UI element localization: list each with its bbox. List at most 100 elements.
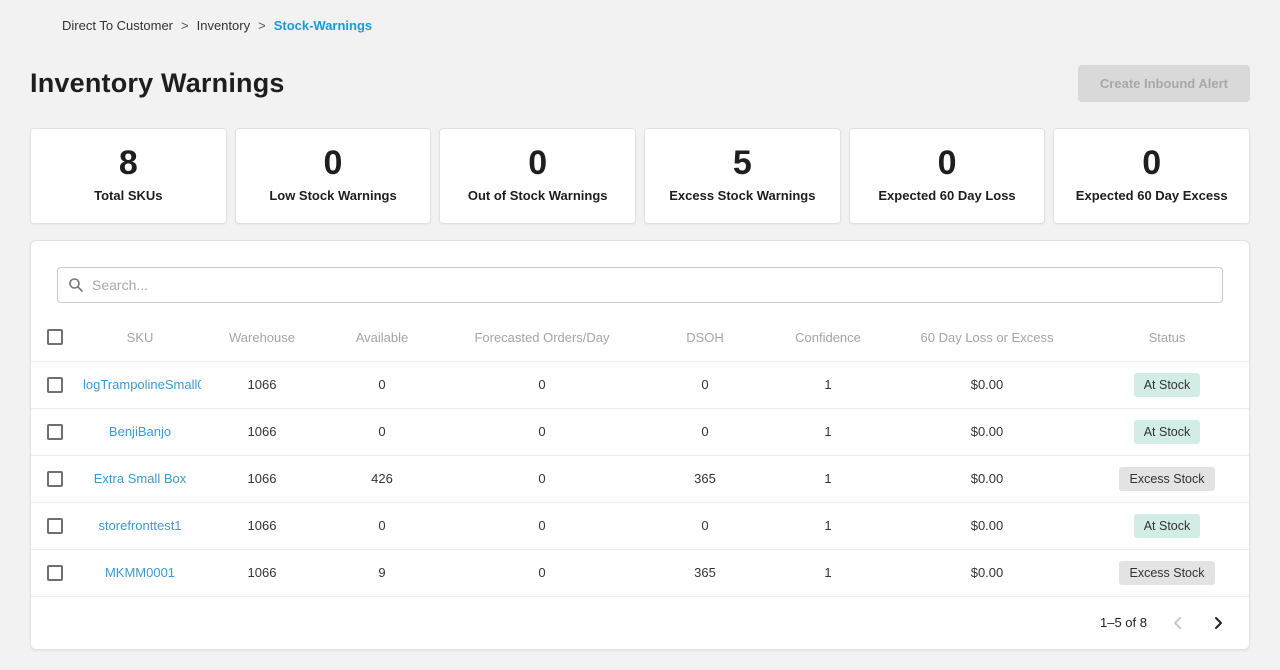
column-header-status: Status bbox=[1085, 313, 1249, 361]
cell-forecasted: 0 bbox=[441, 455, 643, 502]
cell-dsoh: 0 bbox=[643, 502, 767, 549]
sku-link[interactable]: storefronttest1 bbox=[98, 518, 181, 533]
create-inbound-alert-button[interactable]: Create Inbound Alert bbox=[1078, 65, 1250, 102]
cell-available: 9 bbox=[323, 549, 441, 596]
cell-warehouse: 1066 bbox=[201, 408, 323, 455]
cell-confidence: 1 bbox=[767, 408, 889, 455]
cell-warehouse: 1066 bbox=[201, 549, 323, 596]
column-header-60-day-loss: 60 Day Loss or Excess bbox=[889, 313, 1085, 361]
breadcrumb-stock-warnings[interactable]: Stock-Warnings bbox=[274, 18, 372, 33]
warnings-table-card: SKU Warehouse Available Forecasted Order… bbox=[30, 240, 1250, 650]
stat-label: Expected 60 Day Loss bbox=[856, 188, 1039, 203]
status-badge: At Stock bbox=[1134, 373, 1201, 397]
sku-link[interactable]: Extra Small Box bbox=[94, 471, 186, 486]
stat-card-expected-60-day-loss: 0 Expected 60 Day Loss bbox=[849, 128, 1046, 224]
status-badge: At Stock bbox=[1134, 514, 1201, 538]
cell-forecasted: 0 bbox=[441, 408, 643, 455]
table-header-row: SKU Warehouse Available Forecasted Order… bbox=[31, 313, 1249, 361]
previous-page-button[interactable] bbox=[1169, 614, 1187, 632]
cell-60-day-loss: $0.00 bbox=[889, 502, 1085, 549]
cell-forecasted: 0 bbox=[441, 502, 643, 549]
table-row: BenjiBanjo 1066 0 0 0 1 $0.00 At Stock bbox=[31, 408, 1249, 455]
page-title: Inventory Warnings bbox=[30, 68, 285, 99]
status-badge: At Stock bbox=[1134, 420, 1201, 444]
cell-available: 0 bbox=[323, 361, 441, 408]
stat-value: 0 bbox=[242, 145, 425, 182]
pagination-range: 1–5 of 8 bbox=[1100, 615, 1147, 630]
sku-link[interactable]: MKMM0001 bbox=[105, 565, 175, 580]
stat-label: Low Stock Warnings bbox=[242, 188, 425, 203]
breadcrumb: Direct To Customer > Inventory > Stock-W… bbox=[0, 0, 1280, 33]
stat-label: Excess Stock Warnings bbox=[651, 188, 834, 203]
stat-value: 5 bbox=[651, 145, 834, 182]
status-badge: Excess Stock bbox=[1119, 561, 1214, 585]
cell-confidence: 1 bbox=[767, 455, 889, 502]
cell-available: 0 bbox=[323, 408, 441, 455]
cell-warehouse: 1066 bbox=[201, 502, 323, 549]
cell-confidence: 1 bbox=[767, 361, 889, 408]
table-body: logTrampolineSmall0001 1066 0 0 0 1 $0.0… bbox=[31, 361, 1249, 596]
stat-label: Out of Stock Warnings bbox=[446, 188, 629, 203]
breadcrumb-separator: > bbox=[181, 18, 189, 33]
cell-confidence: 1 bbox=[767, 502, 889, 549]
cell-60-day-loss: $0.00 bbox=[889, 361, 1085, 408]
next-page-button[interactable] bbox=[1209, 614, 1227, 632]
cell-forecasted: 0 bbox=[441, 361, 643, 408]
column-header-dsoh: DSOH bbox=[643, 313, 767, 361]
table-row: Extra Small Box 1066 426 0 365 1 $0.00 E… bbox=[31, 455, 1249, 502]
pagination: 1–5 of 8 bbox=[31, 597, 1249, 649]
row-checkbox[interactable] bbox=[47, 377, 63, 393]
stat-value: 0 bbox=[1060, 145, 1243, 182]
stat-card-low-stock-warnings: 0 Low Stock Warnings bbox=[235, 128, 432, 224]
stat-card-expected-60-day-excess: 0 Expected 60 Day Excess bbox=[1053, 128, 1250, 224]
stat-card-out-of-stock-warnings: 0 Out of Stock Warnings bbox=[439, 128, 636, 224]
search-icon bbox=[68, 277, 84, 293]
column-header-available: Available bbox=[323, 313, 441, 361]
cell-warehouse: 1066 bbox=[201, 361, 323, 408]
cell-dsoh: 365 bbox=[643, 455, 767, 502]
cell-60-day-loss: $0.00 bbox=[889, 408, 1085, 455]
cell-available: 426 bbox=[323, 455, 441, 502]
sku-link[interactable]: BenjiBanjo bbox=[109, 424, 171, 439]
search-input[interactable] bbox=[57, 267, 1223, 303]
breadcrumb-inventory[interactable]: Inventory bbox=[197, 18, 250, 33]
cell-60-day-loss: $0.00 bbox=[889, 549, 1085, 596]
select-all-checkbox[interactable] bbox=[47, 329, 63, 345]
cell-confidence: 1 bbox=[767, 549, 889, 596]
breadcrumb-direct-to-customer[interactable]: Direct To Customer bbox=[62, 18, 173, 33]
chevron-right-icon bbox=[1209, 614, 1227, 632]
cell-dsoh: 365 bbox=[643, 549, 767, 596]
cell-warehouse: 1066 bbox=[201, 455, 323, 502]
column-header-sku: SKU bbox=[79, 313, 201, 361]
stat-card-total-skus: 8 Total SKUs bbox=[30, 128, 227, 224]
cell-dsoh: 0 bbox=[643, 408, 767, 455]
stat-value: 0 bbox=[446, 145, 629, 182]
cell-forecasted: 0 bbox=[441, 549, 643, 596]
cell-available: 0 bbox=[323, 502, 441, 549]
column-header-forecasted: Forecasted Orders/Day bbox=[441, 313, 643, 361]
row-checkbox[interactable] bbox=[47, 565, 63, 581]
status-badge: Excess Stock bbox=[1119, 467, 1214, 491]
table-row: storefronttest1 1066 0 0 0 1 $0.00 At St… bbox=[31, 502, 1249, 549]
row-checkbox[interactable] bbox=[47, 518, 63, 534]
title-row: Inventory Warnings Create Inbound Alert bbox=[30, 65, 1250, 102]
stats-row: 8 Total SKUs 0 Low Stock Warnings 0 Out … bbox=[30, 128, 1250, 224]
cell-60-day-loss: $0.00 bbox=[889, 455, 1085, 502]
stat-value: 0 bbox=[856, 145, 1039, 182]
sku-link[interactable]: logTrampolineSmall0001 bbox=[83, 377, 201, 392]
row-checkbox[interactable] bbox=[47, 424, 63, 440]
cell-dsoh: 0 bbox=[643, 361, 767, 408]
search-bar bbox=[57, 267, 1223, 303]
table-row: MKMM0001 1066 9 0 365 1 $0.00 Excess Sto… bbox=[31, 549, 1249, 596]
stat-card-excess-stock-warnings: 5 Excess Stock Warnings bbox=[644, 128, 841, 224]
chevron-left-icon bbox=[1169, 614, 1187, 632]
stock-warnings-table: SKU Warehouse Available Forecasted Order… bbox=[31, 313, 1249, 597]
stat-label: Expected 60 Day Excess bbox=[1060, 188, 1243, 203]
stat-label: Total SKUs bbox=[37, 188, 220, 203]
column-header-warehouse: Warehouse bbox=[201, 313, 323, 361]
breadcrumb-separator: > bbox=[258, 18, 266, 33]
table-row: logTrampolineSmall0001 1066 0 0 0 1 $0.0… bbox=[31, 361, 1249, 408]
row-checkbox[interactable] bbox=[47, 471, 63, 487]
column-header-confidence: Confidence bbox=[767, 313, 889, 361]
stat-value: 8 bbox=[37, 145, 220, 182]
